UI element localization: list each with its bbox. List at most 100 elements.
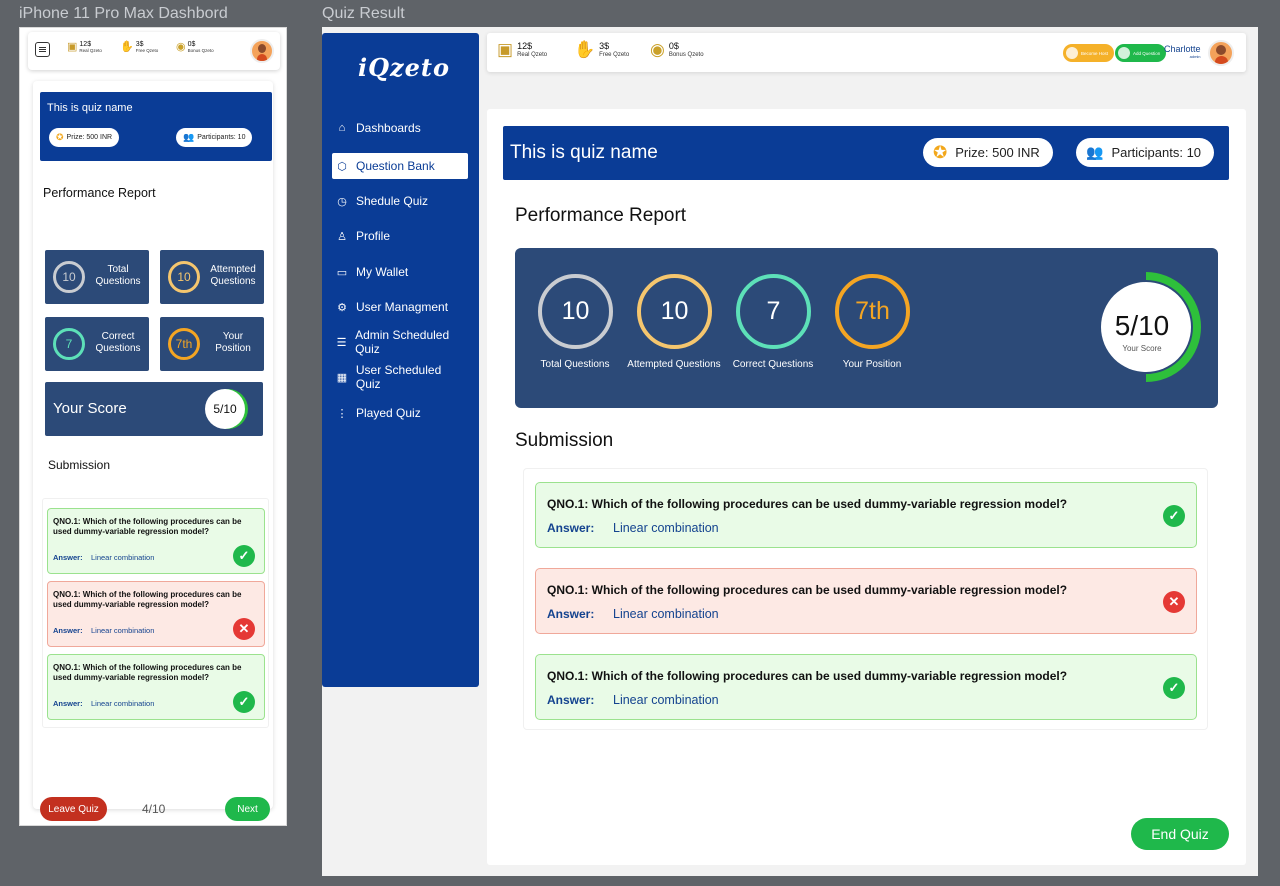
sidebar-item-label: Admin Scheduled Quiz — [355, 328, 450, 356]
prize-pill: ✪ Prize: 500 INR — [923, 138, 1053, 167]
stat-label: Total Questions — [95, 264, 141, 287]
user-info[interactable]: Charlotte admin — [1164, 44, 1201, 59]
next-button[interactable]: Next — [225, 797, 270, 821]
stat-label: Your Position — [842, 359, 902, 370]
list-item[interactable]: QNO.1: Which of the following procedures… — [535, 482, 1197, 548]
score-label: Your Score — [1122, 344, 1162, 353]
stat-label: Total Questions — [540, 359, 610, 370]
sidebar-item-label: Played Quiz — [356, 406, 421, 420]
quiz-name: This is quiz name — [47, 102, 133, 114]
sidebar: iQzeto ⌂ Dashboards ⬡ Question Bank ◷ Shedule… — [322, 33, 479, 687]
sidebar-item-label: My Wallet — [356, 265, 409, 279]
add-question-label: Add Question — [1133, 50, 1161, 56]
wallet-icon: ▭ — [336, 266, 348, 279]
stat-ring: 10 — [53, 261, 85, 293]
bonus-coins-icon: ◉ — [176, 41, 186, 53]
bonus-coins-icon: ◉ — [650, 40, 665, 59]
stat-tile: 10 Attempted Questions — [160, 250, 264, 304]
add-question-button[interactable]: Add Question — [1115, 44, 1167, 62]
avatar[interactable] — [1208, 40, 1234, 66]
stat-ring: 10 — [168, 261, 200, 293]
sidebar-item-admin-scheduled-quiz[interactable]: ☰ Admin Scheduled Quiz — [332, 328, 468, 356]
top-bar: ▣ 12$ Real Qzeto ✋ 3$ Free Qzeto ◉ 0$ Bonus… — [487, 33, 1246, 72]
list-item[interactable]: QNO.1: Which of the following procedures… — [535, 654, 1197, 720]
answer-value: Linear combination — [613, 607, 719, 621]
home-icon: ⌂ — [338, 122, 346, 134]
user-icon: ♙ — [337, 230, 347, 243]
wallet-real[interactable]: ▣ 12$ Real Qzeto — [497, 41, 547, 60]
sidebar-item-question-bank[interactable]: ⬡ Question Bank — [332, 153, 468, 179]
score-value: 5/10 — [1114, 310, 1170, 341]
prize-text: Prize: 500 INR — [66, 134, 113, 141]
wallet-icon: ▣ — [67, 41, 78, 53]
answer-label: Answer: — [547, 607, 595, 621]
free-coins-icon: ✋ — [120, 41, 134, 53]
quiz-header: This is quiz name ✪ Prize: 500 INR 👥 Par… — [503, 126, 1229, 180]
answer-value: Linear combination — [91, 626, 155, 635]
cube-icon: ⬡ — [337, 160, 347, 173]
score-value: 5/10 — [205, 389, 245, 429]
stat-ring: 7 — [53, 328, 85, 360]
sidebar-item-shedule-quiz[interactable]: ◷ Shedule Quiz — [332, 188, 468, 214]
answer-label: Answer: — [53, 699, 83, 708]
wallet-amount: 3$ — [135, 41, 144, 48]
sidebar-item-label: User Managment — [356, 300, 449, 314]
answer-value: Linear combination — [613, 521, 719, 535]
wallet-free[interactable]: ✋ 3$ Free Qzeto — [574, 41, 629, 60]
participants-icon: 👥 — [1086, 144, 1104, 160]
sidebar-item-label: Shedule Quiz — [356, 194, 429, 208]
performance-panel: 10 Total Questions 10 Attempted Question… — [515, 248, 1218, 408]
app-logo[interactable]: iQzeto — [358, 53, 450, 82]
stat-label: Correct Questions — [732, 359, 814, 370]
medal-icon: ✪ — [933, 142, 948, 162]
sidebar-item-user-managment[interactable]: ⚙ User Managment — [332, 294, 468, 320]
wallet-amount: 0$ — [187, 41, 196, 48]
main-content: This is quiz name ✪ Prize: 500 INR 👥 Par… — [487, 109, 1246, 865]
list-item[interactable]: QNO.1: Which of the following procedures… — [47, 581, 265, 647]
sidebar-item-label: Dashboards — [356, 121, 421, 135]
performance-title: Performance Report — [515, 205, 687, 226]
sidebar-item-user-scheduled-quiz[interactable]: ▦ User Scheduled Quiz — [332, 363, 468, 391]
plus-icon — [1118, 47, 1130, 59]
sidebar-item-my-wallet[interactable]: ▭ My Wallet — [332, 259, 468, 285]
mobile-top-bar: ▣ 12$ Real Qzeto ✋ 3$ Free Qzeto ◉ 0$ Bonus… — [28, 32, 280, 70]
wallet-icon: ▣ — [497, 40, 514, 59]
wallet-amount: 3$ — [599, 41, 610, 51]
end-quiz-button[interactable]: End Quiz — [1131, 818, 1229, 850]
stat-ring-position: 7th — [835, 274, 910, 349]
wallet-label: Bonus Qzeto — [668, 52, 704, 58]
become-host-label: Become Host — [1081, 50, 1109, 56]
cross-icon: ✕ — [233, 618, 255, 640]
free-coins-icon: ✋ — [574, 40, 596, 59]
list-item[interactable]: QNO.1: Which of the following procedures… — [47, 508, 265, 574]
stat-label: Attempted Questions — [627, 359, 721, 370]
user-name: Charlotte — [1164, 44, 1201, 54]
mobile-result-card: This is quiz name ✪ Prize: 500 INR 👥 Par… — [33, 81, 273, 821]
question-text: QNO.1: Which of the following procedures… — [547, 497, 1068, 511]
sidebar-item-played-quiz[interactable]: ⋮ Played Quiz — [332, 400, 468, 426]
wallet-bonus[interactable]: ◉ 0$ Bonus Qzeto — [650, 41, 704, 60]
become-host-button[interactable]: Become Host — [1063, 44, 1115, 62]
question-text: QNO.1: Which of the following procedures… — [53, 517, 242, 536]
participants-text: Participants: 10 — [197, 134, 246, 141]
sidebar-item-profile[interactable]: ♙ Profile — [332, 223, 468, 249]
leave-quiz-button[interactable]: Leave Quiz — [40, 797, 107, 821]
wallet-label: Bonus Qzeto — [187, 48, 214, 53]
user-role: admin — [1189, 54, 1201, 59]
mobile-score-tile: Your Score 5/10 — [45, 382, 263, 436]
quiz-name: This is quiz name — [510, 142, 658, 163]
list-item[interactable]: QNO.1: Which of the following procedures… — [535, 568, 1197, 634]
submission-title: Submission — [515, 430, 614, 451]
stat-ring-correct: 7 — [736, 274, 811, 349]
avatar[interactable] — [250, 39, 274, 63]
question-text: QNO.1: Which of the following procedures… — [53, 663, 242, 682]
submission-title: Submission — [48, 458, 111, 472]
answer-value: Linear combination — [91, 553, 155, 562]
doc-icon: ☰ — [336, 336, 347, 349]
mobile-quiz-header: This is quiz name ✪ Prize: 500 INR 👥 Par… — [40, 92, 272, 161]
list-item[interactable]: QNO.1: Which of the following procedures… — [47, 654, 265, 720]
sidebar-item-dashboards[interactable]: ⌂ Dashboards — [332, 115, 468, 141]
stat-ring-attempted: 10 — [637, 274, 712, 349]
menu-icon[interactable] — [35, 42, 50, 57]
desktop-quiz-result-frame: iQzeto ⌂ Dashboards ⬡ Question Bank ◷ Shedule… — [322, 27, 1258, 876]
